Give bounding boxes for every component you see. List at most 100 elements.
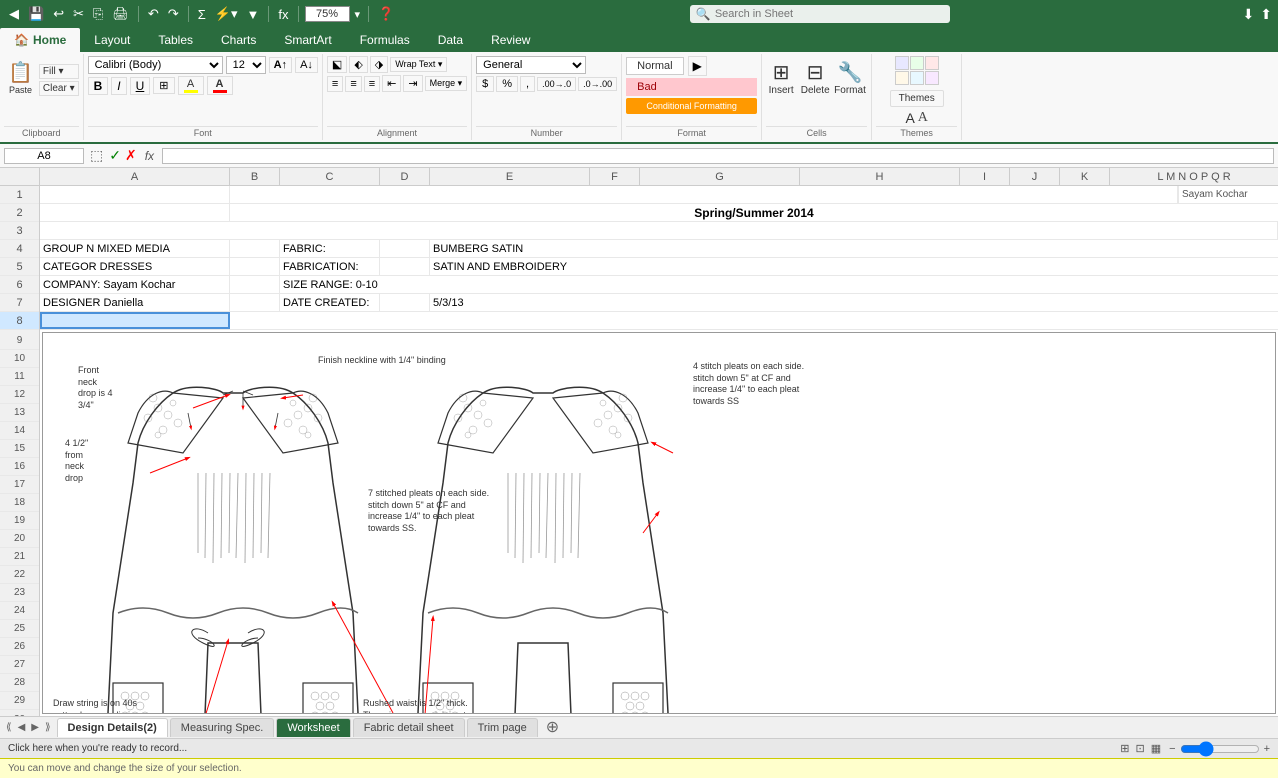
drawing-area[interactable]: Front neck drop is 4 3/4" 4 1/2" from ne…: [42, 332, 1276, 714]
expand-button[interactable]: ⬆: [1260, 6, 1272, 23]
conditional-formatting-button[interactable]: Conditional Formatting: [626, 98, 757, 114]
tab-smartart[interactable]: SmartArt: [270, 28, 345, 52]
sum-button[interactable]: Σ: [195, 6, 209, 23]
border-button[interactable]: ⊞: [153, 77, 174, 94]
cell-j1[interactable]: Sayam Kochar: [1178, 186, 1278, 203]
normal-view-button[interactable]: ⊞: [1120, 742, 1129, 755]
undo2-button[interactable]: ↶: [145, 5, 162, 23]
cell-a5[interactable]: CATEGOR DRESSES: [40, 258, 230, 275]
number-format-select[interactable]: General: [476, 56, 586, 74]
percent-button[interactable]: %: [496, 76, 518, 92]
row-header-7[interactable]: 7: [0, 294, 39, 312]
zoom-slider[interactable]: [1180, 744, 1260, 754]
increase-indent[interactable]: ⇥: [403, 75, 422, 92]
copy-button[interactable]: ⎘: [90, 5, 106, 23]
col-header-e[interactable]: E: [430, 168, 590, 185]
page-break-button[interactable]: ▦: [1151, 742, 1161, 755]
tab-scroll-left[interactable]: ◀: [16, 722, 28, 733]
zoom-dropdown[interactable]: ▾: [353, 7, 363, 22]
row-header-2[interactable]: 2: [0, 204, 39, 222]
cell-c7[interactable]: DATE CREATED:: [280, 294, 380, 311]
cell-d4[interactable]: [380, 240, 430, 257]
back-button[interactable]: ◀: [6, 5, 22, 23]
cross-button[interactable]: ✗: [125, 147, 137, 164]
merge-button[interactable]: Merge ▾: [425, 76, 468, 91]
tab-scroll-right[interactable]: ▶: [29, 722, 41, 733]
font-grow-button[interactable]: A↑: [269, 57, 292, 73]
delete-button[interactable]: ⊟ Delete: [800, 60, 830, 96]
decrease-decimal[interactable]: .00→.0: [537, 77, 576, 91]
col-header-k[interactable]: K: [1060, 168, 1110, 185]
collapse-button[interactable]: ⬇: [1243, 6, 1255, 23]
formula-input[interactable]: [162, 148, 1274, 164]
save-button[interactable]: 💾: [25, 5, 47, 23]
row-header-3[interactable]: 3: [0, 222, 39, 240]
col-header-b[interactable]: B: [230, 168, 280, 185]
cell-a4[interactable]: GROUP N MIXED MEDIA: [40, 240, 230, 257]
increase-decimal[interactable]: .0→.00: [578, 77, 617, 91]
underline-button[interactable]: U: [130, 77, 151, 95]
tab-home[interactable]: 🏠 Home: [0, 28, 80, 52]
sheet-tab-fabric[interactable]: Fabric detail sheet: [353, 718, 465, 737]
redo-button[interactable]: ↷: [165, 5, 182, 23]
decrease-indent[interactable]: ⇤: [382, 75, 401, 92]
formula-expand-button[interactable]: ⬚: [88, 147, 105, 164]
cell-b1-rest[interactable]: [230, 186, 1178, 203]
align-left-top[interactable]: ⬕: [327, 56, 347, 73]
wrap-text-button[interactable]: Wrap Text ▾: [390, 57, 447, 72]
cell-c6[interactable]: SIZE RANGE: 0-10: [280, 276, 1278, 293]
cell-e7[interactable]: 5/3/13: [430, 294, 1278, 311]
tab-layout[interactable]: Layout: [80, 28, 144, 52]
row-header-4[interactable]: 4: [0, 240, 39, 258]
tab-formulas[interactable]: Formulas: [346, 28, 424, 52]
cell-title[interactable]: Spring/Summer 2014: [230, 204, 1278, 221]
font-family-select[interactable]: Calibri (Body): [88, 56, 223, 74]
font-shrink-button[interactable]: A↓: [295, 57, 318, 73]
bold-button[interactable]: B: [88, 77, 109, 95]
cell-d7[interactable]: [380, 294, 430, 311]
col-header-g[interactable]: G: [640, 168, 800, 185]
font-color-button[interactable]: A: [207, 76, 233, 95]
cell-b8-rest[interactable]: [230, 312, 1278, 329]
cell-e4[interactable]: BUMBERG SATIN: [430, 240, 1278, 257]
col-header-f[interactable]: F: [590, 168, 640, 185]
col-header-rest[interactable]: L M N O P Q R: [1110, 168, 1278, 185]
tab-charts[interactable]: Charts: [207, 28, 270, 52]
align-center-top[interactable]: ⬖: [349, 56, 367, 73]
format-play-button[interactable]: ▶: [688, 56, 707, 76]
sheet-tab-worksheet[interactable]: Worksheet: [276, 718, 350, 737]
italic-button[interactable]: I: [111, 77, 126, 95]
cell-a2[interactable]: [40, 204, 230, 221]
page-layout-button[interactable]: ⊡: [1136, 742, 1145, 755]
fill-color-button[interactable]: A: [178, 76, 204, 95]
print-button[interactable]: 🖨: [109, 5, 132, 23]
col-header-h[interactable]: H: [800, 168, 960, 185]
sheet-tab-design[interactable]: Design Details(2): [57, 718, 168, 737]
search-input[interactable]: [715, 8, 925, 20]
cell-c5[interactable]: FABRICATION:: [280, 258, 380, 275]
row-header-5[interactable]: 5: [0, 258, 39, 276]
cell-a8-selected[interactable]: [40, 312, 230, 329]
cut-button[interactable]: ✂: [70, 5, 87, 23]
comma-button[interactable]: ,: [520, 76, 535, 92]
autosum-dropdown[interactable]: ⚡▾: [212, 5, 241, 23]
tab-tables[interactable]: Tables: [144, 28, 207, 52]
cell-a3[interactable]: [40, 222, 1278, 239]
undo-button[interactable]: ↩: [50, 5, 67, 23]
cell-b5[interactable]: [230, 258, 280, 275]
cell-name-box[interactable]: [4, 148, 84, 164]
function-button[interactable]: fx: [275, 6, 291, 23]
sheet-tab-trim[interactable]: Trim page: [467, 718, 538, 737]
currency-button[interactable]: $: [476, 76, 494, 92]
clear-button[interactable]: Clear ▾: [39, 81, 79, 96]
insert-button[interactable]: ⊞ Insert: [766, 60, 796, 96]
zoom-in-button[interactable]: +: [1264, 743, 1270, 755]
align-left[interactable]: ≡: [327, 76, 343, 92]
cell-a6[interactable]: COMPANY: Sayam Kochar: [40, 276, 230, 293]
row-header-6[interactable]: 6: [0, 276, 39, 294]
checkmark-button[interactable]: ✓: [109, 147, 121, 164]
sheet-tab-measuring[interactable]: Measuring Spec.: [170, 718, 275, 737]
format-cells-button[interactable]: 🔧 Format: [834, 60, 866, 96]
zoom-out-button[interactable]: −: [1169, 743, 1175, 755]
tab-data[interactable]: Data: [424, 28, 477, 52]
